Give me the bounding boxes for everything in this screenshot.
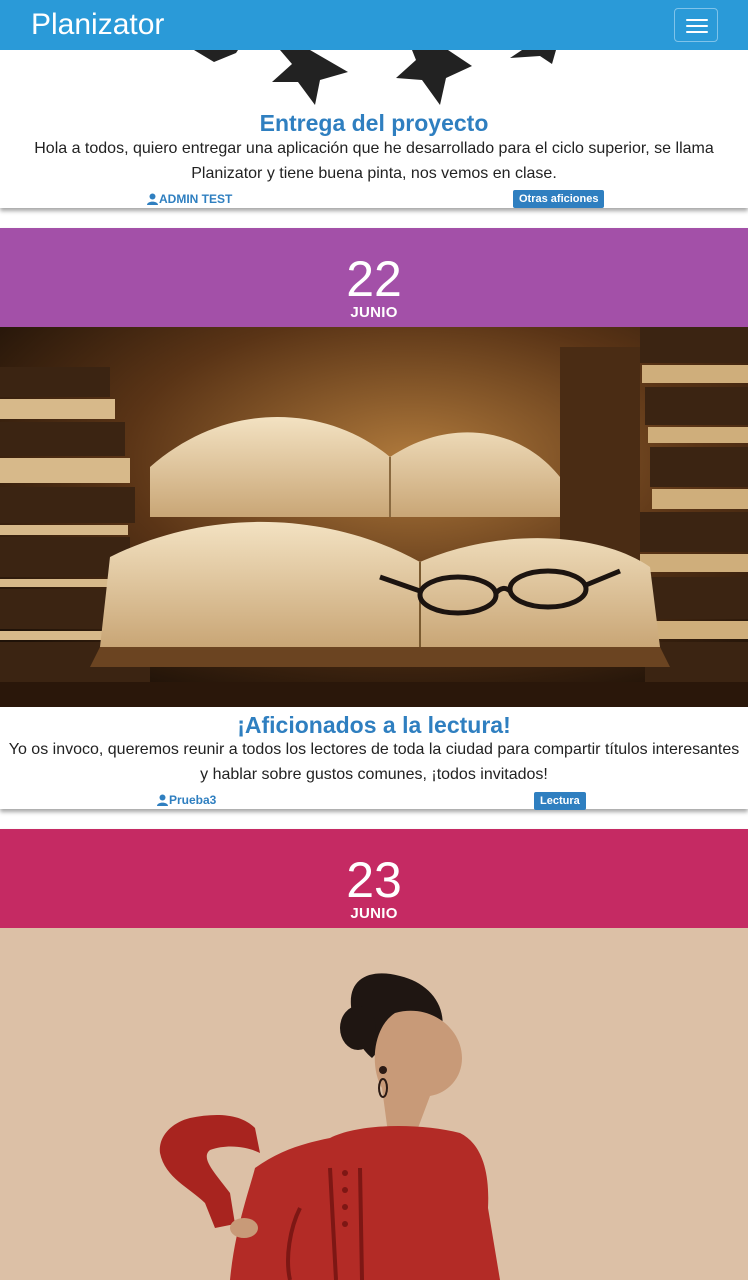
event-author[interactable]: Prueba3 — [157, 793, 216, 807]
open-books-image — [0, 327, 748, 707]
event-image[interactable] — [0, 327, 748, 707]
event-author[interactable]: ADMIN TEST — [147, 192, 232, 206]
date-day: 23 — [346, 852, 402, 908]
event-description: Yo os invoco, queremos reunir a todos lo… — [8, 741, 740, 783]
event-description: Hola a todos, quiero entregar una aplica… — [34, 140, 714, 182]
date-month: JUNIO — [350, 304, 398, 321]
author-name: ADMIN TEST — [159, 192, 233, 206]
hamburger-line — [686, 31, 708, 33]
event-title[interactable]: ¡Aficionados a la lectura! — [0, 712, 748, 739]
category-tag[interactable]: Lectura — [534, 792, 586, 810]
menu-toggle-button[interactable] — [674, 8, 718, 42]
event-title[interactable]: Entrega del proyecto — [0, 110, 748, 137]
app-brand[interactable]: Planizator — [31, 6, 164, 44]
hamburger-line — [686, 25, 708, 27]
category-tag[interactable]: Otras aficiones — [513, 190, 605, 208]
event-image — [0, 50, 748, 105]
date-month: JUNIO — [350, 905, 398, 922]
date-banner: 23 JUNIO — [0, 829, 748, 928]
event-image[interactable] — [0, 928, 748, 1280]
top-navbar: Planizator — [0, 0, 748, 50]
date-day: 22 — [346, 251, 402, 307]
flamenco-dancer-image — [0, 928, 748, 1280]
hamburger-line — [686, 19, 708, 21]
event-card: 23 JUNIO — [0, 829, 748, 1280]
event-card: Entrega del proyecto Hola a todos, quier… — [0, 50, 748, 208]
stars-icon — [194, 50, 556, 105]
date-banner: 22 JUNIO — [0, 228, 748, 327]
user-icon — [157, 794, 168, 806]
event-card: 22 JUNIO ¡Aficionados a la lectura! Yo o… — [0, 228, 748, 810]
author-name: Prueba3 — [169, 793, 217, 807]
user-icon — [147, 193, 158, 205]
